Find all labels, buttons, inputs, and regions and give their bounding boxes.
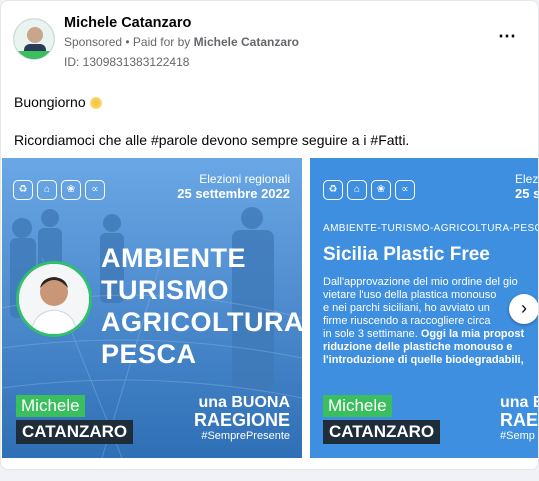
sponsored-label: Sponsored bbox=[64, 35, 123, 49]
category-icons: ♻ ⌂ ❀ ∝ bbox=[323, 180, 415, 202]
grapes-icon: ❀ bbox=[371, 180, 391, 200]
portrait-image bbox=[19, 264, 89, 334]
candidate-portrait bbox=[16, 261, 92, 337]
category-icons: ♻ ⌂ ❀ ∝ bbox=[13, 180, 105, 202]
body-line-5-text: in sole 3 settimane. bbox=[323, 328, 418, 340]
campaign-brand: una B RAEG #Semp bbox=[500, 394, 539, 442]
recycle-icon: ♻ bbox=[323, 180, 343, 200]
headline-line-1: AMBIENTE bbox=[101, 243, 246, 273]
headline-line-4: PESCA bbox=[101, 339, 197, 369]
body-line-2: vietare l'uso della plastica monouso bbox=[323, 289, 497, 301]
brand-hashtag: #SemprePresente bbox=[201, 430, 290, 442]
avatar-image bbox=[14, 19, 54, 59]
brand-top: una B bbox=[500, 394, 538, 411]
fish-icon: ∝ bbox=[395, 180, 415, 200]
brand-hashtag: #Semp bbox=[500, 430, 535, 442]
museum-icon: ⌂ bbox=[347, 180, 367, 200]
page-name-link[interactable]: Michele Catanzaro bbox=[64, 15, 191, 31]
election-date: 25 s bbox=[515, 186, 539, 201]
election-label: Elez 25 s bbox=[515, 172, 539, 201]
headline: AMBIENTE TURISMO AGRICOLTURA PESCA bbox=[101, 242, 302, 370]
slide-kicker: AMBIENTE-TURISMO-AGRICOLTURA-PESCA bbox=[323, 223, 539, 234]
recycle-icon: ♻ bbox=[13, 180, 33, 200]
post-text-body: Ricordiamoci che alle #parole devono sem… bbox=[14, 132, 410, 148]
carousel-next-button[interactable]: › bbox=[509, 294, 538, 324]
body-line-5: in sole 3 settimane. Oggi la mia propost bbox=[323, 328, 538, 341]
slide-title: Sicilia Plastic Free bbox=[323, 244, 490, 265]
sponsored-line: Sponsored • Paid for by Michele Catanzar… bbox=[64, 35, 299, 49]
post-text-greeting: Buongiorno bbox=[14, 94, 102, 110]
slide-body: Dall'approvazione del mio ordine del gio… bbox=[323, 276, 538, 367]
candidate-first-name: Michele bbox=[323, 395, 392, 417]
election-label: Elezioni regionali 25 settembre 2022 bbox=[177, 172, 290, 201]
ad-post-card: Michele Catanzaro Sponsored • Paid for b… bbox=[0, 0, 539, 470]
headline-line-3: AGRICOLTURA bbox=[101, 307, 302, 337]
more-options-button[interactable]: ⋯ bbox=[493, 25, 521, 53]
carousel-card-2[interactable]: ♻ ⌂ ❀ ∝ Elez 25 s AMBIENTE-TURISMO-AGRIC… bbox=[310, 158, 539, 458]
paid-for-prefix: • Paid for by bbox=[125, 35, 191, 49]
election-title: Elezioni regionali bbox=[199, 172, 290, 186]
sun-emoji-icon bbox=[89, 97, 102, 109]
body-bold-3: l'introduzione di quelle biodegradabili, bbox=[323, 354, 524, 366]
grapes-icon: ❀ bbox=[61, 180, 81, 200]
feed-gap bbox=[0, 470, 539, 481]
brand-top: una BUONA bbox=[198, 394, 290, 411]
avatar[interactable] bbox=[13, 18, 55, 60]
carousel-card-1[interactable]: ♻ ⌂ ❀ ∝ Elezioni regionali 25 settembre … bbox=[2, 158, 302, 458]
body-bold-1: Oggi la mia propost bbox=[420, 328, 525, 340]
ad-id: ID: 1309831383122418 bbox=[64, 55, 190, 69]
brand-bottom: RAEG bbox=[500, 410, 539, 430]
campaign-brand: una BUONA RAEGIONE #SemprePresente bbox=[194, 394, 290, 442]
body-line-3: e nei parchi siciliani, ho avviato un bbox=[323, 302, 490, 314]
museum-icon: ⌂ bbox=[37, 180, 57, 200]
image-carousel[interactable]: ♻ ⌂ ❀ ∝ Elezioni regionali 25 settembre … bbox=[1, 158, 539, 458]
paid-for-by-link[interactable]: Michele Catanzaro bbox=[194, 35, 299, 49]
greeting-text: Buongiorno bbox=[14, 94, 86, 110]
body-line-4: firme riuscendo a raccogliere circa bbox=[323, 315, 491, 327]
headline-line-2: TURISMO bbox=[101, 275, 229, 305]
brand-bottom: RAEGIONE bbox=[193, 410, 290, 430]
election-title: Elez bbox=[515, 172, 539, 186]
candidate-last-name: CATANZARO bbox=[323, 420, 441, 444]
election-date: 25 settembre 2022 bbox=[177, 186, 290, 201]
candidate-first-name: Michele bbox=[16, 395, 85, 417]
candidate-last-name: CATANZARO bbox=[16, 420, 134, 444]
body-bold-2: riduzione delle plastiche monouso e bbox=[323, 341, 513, 353]
fish-icon: ∝ bbox=[85, 180, 105, 200]
body-line-1: Dall'approvazione del mio ordine del gio bbox=[323, 276, 518, 288]
